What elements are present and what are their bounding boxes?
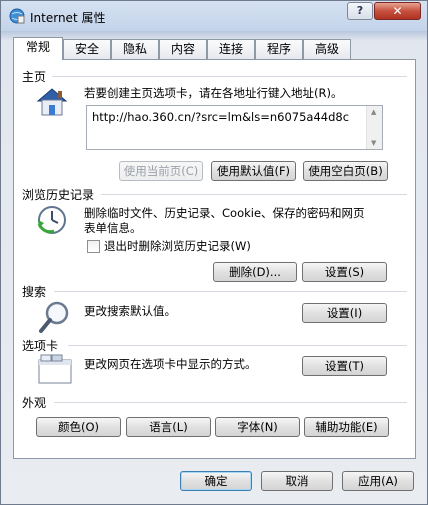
delete-history-button[interactable]: 删除(D)...: [213, 262, 297, 282]
tabs-description: 更改网页在选项卡中显示的方式。: [84, 357, 257, 371]
home-section-label: 主页: [22, 70, 47, 84]
tabs-section-label: 选项卡: [22, 339, 59, 353]
history-description-line1: 删除临时文件、历史记录、Cookie、保存的密码和网页: [84, 206, 365, 220]
search-magnifier-icon: [39, 301, 69, 333]
appearance-section-label: 外观: [22, 396, 47, 410]
tab-general[interactable]: 常规: [13, 37, 63, 60]
tabs-separator: [68, 345, 407, 346]
cancel-button[interactable]: 取消: [261, 471, 333, 491]
tab-privacy[interactable]: 隐私: [111, 39, 159, 59]
history-clock-icon: [37, 206, 66, 234]
use-current-page-button[interactable]: 使用当前页(C): [119, 161, 203, 181]
tab-connections[interactable]: 连接: [207, 39, 255, 59]
home-house-icon: [36, 88, 68, 116]
tab-security[interactable]: 安全: [63, 39, 111, 59]
delete-on-exit-label[interactable]: 退出时删除浏览历史记录(W): [104, 239, 251, 254]
internet-options-icon: [9, 8, 25, 24]
home-url-textbox[interactable]: http://hao.360.cn/?src=lm&ls=n6075a44d8c…: [86, 105, 383, 150]
home-url-value: http://hao.360.cn/?src=lm&ls=n6075a44d8c: [92, 110, 350, 124]
use-default-button[interactable]: 使用默认值(F): [211, 161, 296, 181]
title-bar[interactable]: Internet 属性 ? ✕: [1, 1, 427, 31]
delete-on-exit-checkbox[interactable]: [87, 240, 100, 253]
close-button[interactable]: ✕: [374, 2, 421, 20]
tabs-window-icon: [38, 354, 72, 384]
home-url-scrollbar[interactable]: ▲ ▼: [366, 106, 382, 149]
accessibility-button[interactable]: 辅助功能(E): [304, 417, 389, 437]
tab-advanced[interactable]: 高级: [303, 39, 351, 59]
search-separator: [54, 291, 407, 292]
colors-button[interactable]: 颜色(O): [36, 417, 121, 437]
languages-button[interactable]: 语言(L): [126, 417, 211, 437]
home-separator: [52, 76, 407, 77]
general-tab-panel: 主页 若要创建主页选项卡，请在各地址行键入地址(R)。 http://hao.3…: [13, 59, 416, 459]
tab-content[interactable]: 内容: [159, 39, 207, 59]
history-description-line2: 表单信息。: [84, 221, 142, 235]
search-description: 更改搜索默认值。: [84, 304, 176, 318]
apply-button[interactable]: 应用(A): [342, 471, 414, 491]
ok-button[interactable]: 确定: [180, 471, 252, 491]
history-settings-button[interactable]: 设置(S): [302, 262, 387, 282]
use-blank-button[interactable]: 使用空白页(B): [303, 161, 388, 181]
home-description: 若要创建主页选项卡，请在各地址行键入地址(R)。: [84, 86, 343, 100]
tabs-settings-button[interactable]: 设置(T): [302, 356, 387, 376]
appearance-separator: [54, 402, 407, 403]
search-settings-button[interactable]: 设置(I): [302, 303, 387, 323]
history-separator: [101, 194, 407, 195]
scroll-down-arrow-icon[interactable]: ▼: [371, 139, 376, 147]
dialog-window: Internet 属性 ? ✕ 常规 安全 隐私 内容 连接 程序 高级 主页 …: [0, 0, 428, 505]
fonts-button[interactable]: 字体(N): [215, 417, 300, 437]
tab-programs[interactable]: 程序: [255, 39, 303, 59]
help-button[interactable]: ?: [347, 2, 373, 20]
window-title: Internet 属性: [30, 11, 106, 25]
search-section-label: 搜索: [22, 285, 47, 299]
history-section-label: 浏览历史记录: [22, 188, 95, 202]
scroll-up-arrow-icon[interactable]: ▲: [371, 108, 376, 116]
